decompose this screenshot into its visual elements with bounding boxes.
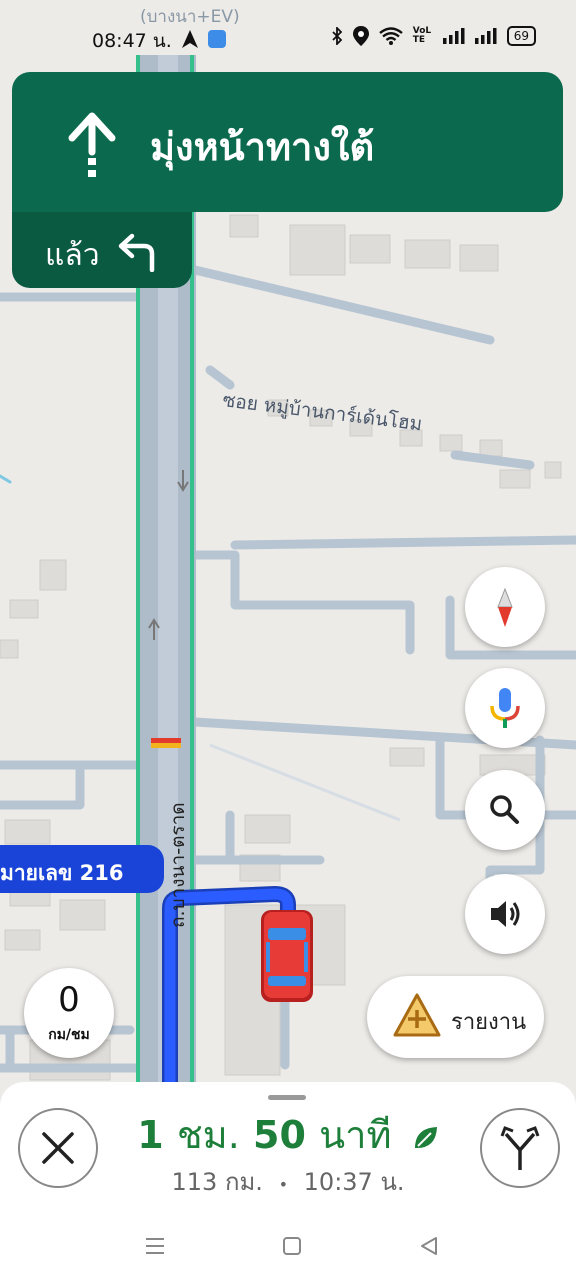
report-button[interactable]: รายงาน: [367, 976, 544, 1058]
drag-handle[interactable]: [268, 1095, 306, 1100]
status-bar: 08:47 น. VoLTE 69: [0, 0, 576, 68]
signal-icon-2: [474, 28, 497, 44]
volte-label: VoLTE: [412, 26, 432, 45]
voice-button[interactable]: [465, 668, 545, 748]
report-hazard-icon: [393, 993, 441, 1037]
menu-icon[interactable]: [144, 1235, 166, 1257]
compass-button[interactable]: [465, 567, 545, 647]
compass-icon: [497, 587, 513, 627]
search-button[interactable]: [465, 770, 545, 850]
speedometer: 0 กม/ชม: [24, 968, 114, 1058]
alternate-routes-button[interactable]: [480, 1108, 560, 1188]
trip-distance: 113 กม.: [171, 1168, 263, 1196]
signal-icon: [442, 28, 465, 44]
map-street-label: ซอย หมู่บ้านการ์เด้นโฮม: [221, 388, 423, 435]
eta-minutes-unit: นาที: [319, 1113, 392, 1157]
speed-value: 0: [58, 980, 80, 1020]
system-navigation-bar: [0, 1235, 576, 1257]
next-maneuver-card[interactable]: แล้ว: [12, 212, 192, 288]
status-time: 08:47 น.: [92, 30, 172, 52]
vehicle-position-icon: [261, 910, 313, 1002]
location-icon: [352, 26, 369, 46]
wifi-icon: [378, 27, 403, 45]
back-icon[interactable]: [418, 1235, 440, 1257]
road-name-chip: มายเลข 216: [0, 845, 164, 893]
speaker-icon: [491, 901, 520, 927]
eta-hours-unit: ชม.: [176, 1113, 240, 1157]
search-icon: [490, 795, 519, 824]
navigation-arrow-icon: [182, 30, 198, 48]
road-name-label: มายเลข 216: [0, 861, 124, 885]
speed-unit: กม/ชม: [48, 1027, 90, 1043]
sound-button[interactable]: [465, 874, 545, 954]
route-fork-icon: [500, 1126, 540, 1170]
eta-hours: 1: [137, 1113, 164, 1157]
battery-icon: 69: [506, 26, 536, 46]
eta-minutes: 50: [253, 1113, 306, 1157]
home-icon[interactable]: [281, 1235, 303, 1257]
bluetooth-icon: [332, 27, 342, 45]
eco-leaf-icon: [414, 1126, 437, 1148]
trip-separator: •: [278, 1175, 289, 1194]
status-icons: VoLTE 69: [331, 26, 536, 46]
instruction-text: มุ่งหน้าทางใต้: [150, 125, 375, 169]
then-label: แล้ว: [45, 238, 100, 273]
report-label: รายงาน: [451, 1010, 527, 1035]
navigation-instruction-card[interactable]: มุ่งหน้าทางใต้: [12, 72, 563, 212]
map-main-road-label: ถ.บางนา-ตราด: [167, 802, 189, 928]
arrow-straight-icon: [68, 112, 116, 177]
microphone-icon: [490, 688, 520, 728]
turn-left-icon: [118, 233, 155, 272]
app-notification-icon: [208, 30, 226, 48]
arrival-time: 10:37 น.: [303, 1168, 405, 1196]
